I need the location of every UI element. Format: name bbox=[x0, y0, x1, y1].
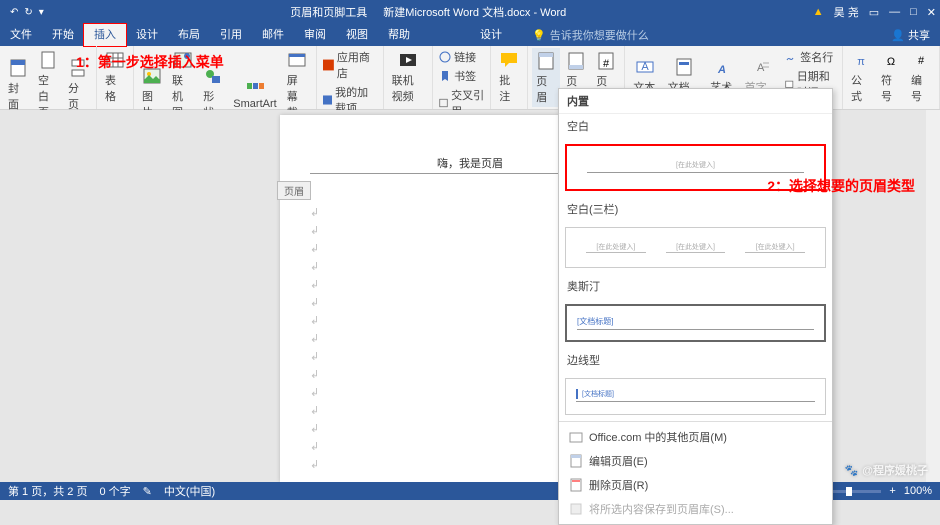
online-video-button[interactable]: 联机视频 bbox=[388, 48, 429, 106]
undo-icon[interactable]: ↶ bbox=[10, 7, 18, 18]
gallery-footer: Office.com 中的其他页眉(M) 编辑页眉(E) 删除页眉(R) 将所选… bbox=[559, 421, 832, 524]
tab-mail[interactable]: 邮件 bbox=[252, 24, 294, 46]
lightbulb-icon: 💡 bbox=[532, 29, 546, 42]
tab-hf-design[interactable]: 设计 bbox=[470, 24, 512, 46]
svg-text:#: # bbox=[918, 55, 925, 67]
svg-text:Ω: Ω bbox=[887, 56, 895, 68]
gallery-label-sideline: 边线型 bbox=[559, 348, 832, 372]
equation-button[interactable]: π公式 bbox=[847, 48, 875, 106]
tab-view[interactable]: 视图 bbox=[336, 24, 378, 46]
paw-icon: 🐾 bbox=[845, 464, 859, 477]
status-language[interactable]: 中文(中国) bbox=[164, 483, 215, 499]
symbol-button[interactable]: Ω符号 bbox=[877, 48, 905, 106]
group-comments: 批注 批注 bbox=[491, 46, 528, 109]
status-word-count[interactable]: 0 个字 bbox=[99, 483, 130, 499]
minimize-icon[interactable]: — bbox=[889, 6, 900, 18]
gallery-label-austin: 奥斯汀 bbox=[559, 274, 832, 298]
svg-text:A: A bbox=[642, 61, 650, 73]
group-symbols: π公式 Ω符号 #编号 符号 bbox=[843, 46, 940, 109]
gallery-edit-header[interactable]: 编辑页眉(E) bbox=[559, 449, 832, 473]
group-media: 联机视频 媒体 bbox=[384, 46, 434, 109]
title-center: 页眉和页脚工具 新建Microsoft Word 文档.docx - Word bbox=[44, 4, 813, 20]
user-name: 昊 尧 bbox=[834, 4, 859, 20]
tab-design[interactable]: 设计 bbox=[126, 24, 168, 46]
annotation-step1: 1：第一步选择插入菜单 bbox=[76, 52, 224, 72]
tab-references[interactable]: 引用 bbox=[210, 24, 252, 46]
store-button[interactable]: 应用商店 bbox=[321, 48, 379, 82]
svg-text:A: A bbox=[757, 62, 765, 74]
header-gallery: 内置 空白 [在此处键入] 空白(三栏) [在此处键入] [在此处键入] [在此… bbox=[558, 88, 833, 525]
ribbon-options-icon[interactable]: ▭ bbox=[869, 6, 879, 19]
header-button[interactable]: 页眉 bbox=[532, 48, 560, 107]
close-icon[interactable]: ✕ bbox=[927, 6, 936, 19]
title-bar: ↶ ↻ ▾ 页眉和页脚工具 新建Microsoft Word 文档.docx -… bbox=[0, 0, 940, 24]
tab-review[interactable]: 审阅 bbox=[294, 24, 336, 46]
gallery-label-blank3: 空白(三栏) bbox=[559, 197, 832, 221]
group-addins: 应用商店 我的加载项 WWikipedia 加载项 bbox=[317, 46, 384, 109]
tell-me[interactable]: 💡告诉我你想要做什么 bbox=[532, 27, 649, 43]
redo-icon[interactable]: ↻ bbox=[24, 7, 32, 18]
gallery-save-selection: 将所选内容保存到页眉库(S)... bbox=[559, 497, 832, 521]
signature-line-button[interactable]: 签名行 bbox=[783, 48, 838, 66]
status-spell-icon[interactable]: ✎ bbox=[143, 485, 152, 498]
maximize-icon[interactable]: □ bbox=[910, 6, 917, 18]
zoom-in-icon[interactable]: + bbox=[889, 485, 895, 497]
document-title: 新建Microsoft Word 文档.docx - Word bbox=[383, 4, 566, 20]
gallery-label-blank: 空白 bbox=[559, 114, 832, 138]
tab-help[interactable]: 帮助 bbox=[378, 24, 420, 46]
gallery-section-builtin: 内置 bbox=[559, 89, 832, 114]
gallery-remove-header[interactable]: 删除页眉(R) bbox=[559, 473, 832, 497]
header-tag: 页眉 bbox=[277, 181, 311, 200]
svg-text:#: # bbox=[603, 58, 610, 70]
group-links: 链接 书签 交叉引用 链接 bbox=[433, 46, 491, 109]
tab-file[interactable]: 文件 bbox=[0, 24, 42, 46]
annotation-step2: 2：选择想要的页眉类型 bbox=[767, 176, 915, 196]
svg-text:π: π bbox=[857, 56, 865, 68]
warning-icon[interactable]: ▲ bbox=[813, 6, 824, 18]
svg-text:A: A bbox=[717, 64, 726, 76]
title-right: ▲ 昊 尧 ▭ — □ ✕ bbox=[813, 4, 936, 20]
tab-home[interactable]: 开始 bbox=[42, 24, 84, 46]
tab-layout[interactable]: 布局 bbox=[168, 24, 210, 46]
comment-button[interactable]: 批注 bbox=[495, 48, 523, 106]
gallery-more-office[interactable]: Office.com 中的其他页眉(M) bbox=[559, 425, 832, 449]
tab-insert[interactable]: 插入 bbox=[84, 24, 126, 46]
gallery-item-blank3[interactable]: [在此处键入] [在此处键入] [在此处键入] bbox=[565, 227, 826, 268]
gallery-item-austin[interactable]: [文档标题] bbox=[565, 304, 826, 342]
zoom-level[interactable]: 100% bbox=[904, 485, 932, 497]
context-tool-label: 页眉和页脚工具 bbox=[290, 4, 367, 20]
bookmark-button[interactable]: 书签 bbox=[437, 67, 486, 85]
ribbon-tabs: 文件 开始 插入 设计 布局 引用 邮件 审阅 视图 帮助 设计 💡告诉我你想要… bbox=[0, 24, 940, 46]
hyperlink-button[interactable]: 链接 bbox=[437, 48, 486, 66]
quick-access-toolbar: ↶ ↻ ▾ bbox=[4, 7, 44, 18]
share-button[interactable]: 👤 共享 bbox=[891, 27, 940, 43]
gallery-item-sideline[interactable]: [文档标题] bbox=[565, 378, 826, 415]
watermark: 🐾@程序媛桃子 bbox=[845, 462, 928, 478]
number-button[interactable]: #编号 bbox=[907, 48, 935, 106]
status-page[interactable]: 第 1 页，共 2 页 bbox=[8, 483, 87, 499]
vertical-scrollbar[interactable] bbox=[926, 110, 940, 482]
